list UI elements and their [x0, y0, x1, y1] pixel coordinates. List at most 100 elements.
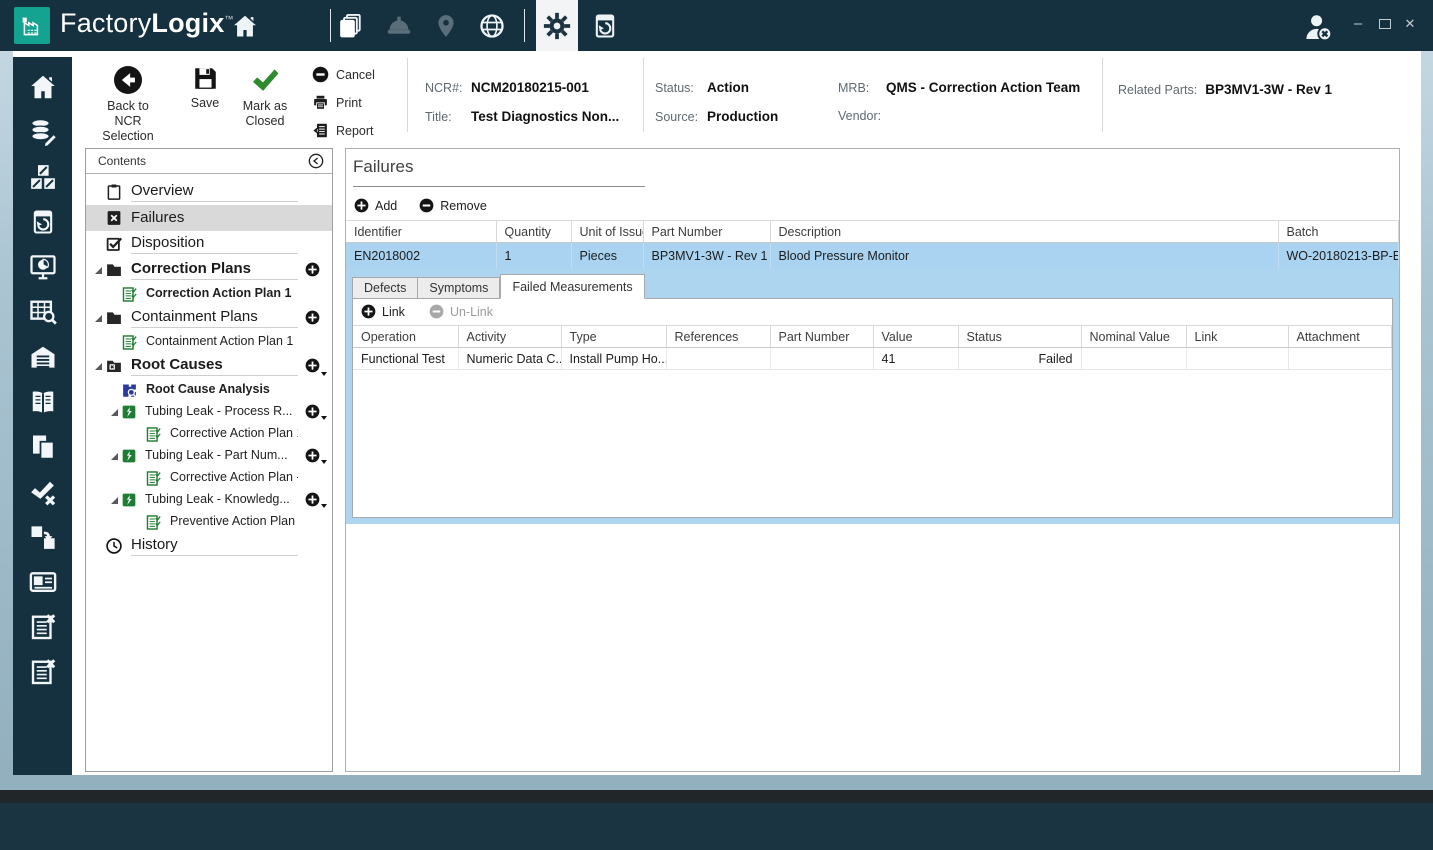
map-pin-icon[interactable]: [431, 11, 461, 41]
save-button[interactable]: Save: [186, 64, 224, 111]
monitor-analytics-icon[interactable]: [27, 251, 58, 282]
expander-icon[interactable]: [92, 362, 105, 371]
table-search-icon[interactable]: [27, 296, 58, 327]
topbar-separator: [524, 9, 525, 42]
list-remove-icon[interactable]: [27, 611, 58, 642]
doc-undo-icon[interactable]: [590, 11, 620, 41]
tree-item-preventive-action-plan-k[interactable]: Preventive Action Plan - K...: [86, 511, 332, 533]
expander-icon[interactable]: [92, 314, 105, 323]
add-child-icon[interactable]: [305, 358, 320, 373]
column-header[interactable]: Attachment: [1288, 326, 1392, 348]
link-button[interactable]: Link: [361, 304, 405, 319]
expander-icon[interactable]: [108, 408, 121, 417]
back-to-ncr-button[interactable]: Back toNCR Selection: [92, 64, 164, 144]
tree-item-tubing-leak-part-num[interactable]: Tubing Leak - Part Num...: [86, 445, 332, 467]
cancel-icon: [312, 66, 329, 83]
caret-down-icon[interactable]: [321, 504, 327, 508]
hardhat-icon[interactable]: [384, 11, 414, 41]
tree-item-tubing-leak-knowledg[interactable]: Tubing Leak - Knowledg...: [86, 489, 332, 511]
cancel-button[interactable]: Cancel: [312, 66, 375, 83]
tree-item-label: Correction Plans: [131, 260, 298, 280]
report-button[interactable]: Report: [312, 122, 374, 139]
book-icon[interactable]: [27, 386, 58, 417]
column-header[interactable]: Operation: [353, 326, 458, 348]
column-header[interactable]: Unit of Issue: [571, 221, 643, 243]
doc-undo-icon[interactable]: [27, 206, 58, 237]
tree-item-correction-plans[interactable]: Correction Plans: [86, 257, 332, 283]
tree-item-failures[interactable]: Failures: [86, 205, 332, 231]
expander-icon[interactable]: [108, 452, 121, 461]
failures-title: Failures: [353, 157, 413, 177]
id-card-icon[interactable]: [27, 566, 58, 597]
copy-pages-icon[interactable]: [27, 431, 58, 462]
add-failure-button[interactable]: Add: [354, 198, 397, 213]
home-icon[interactable]: [27, 71, 58, 102]
check-x-icon[interactable]: [27, 476, 58, 507]
expander-icon[interactable]: [108, 496, 121, 505]
table-cell: [1186, 348, 1288, 370]
tree-item-root-causes[interactable]: Root Causes: [86, 353, 332, 379]
maximize-button[interactable]: [1379, 19, 1391, 29]
add-child-icon[interactable]: [305, 492, 320, 507]
column-header[interactable]: Value: [873, 326, 958, 348]
tree-item-overview[interactable]: Overview: [86, 179, 332, 205]
table-row[interactable]: Functional TestNumeric Data C...Install …: [353, 348, 1392, 370]
remove-failure-button[interactable]: Remove: [419, 198, 487, 213]
tree-item-correction-action-plan-1[interactable]: Correction Action Plan 1: [86, 283, 332, 305]
globe-icon[interactable]: [477, 11, 507, 41]
tree-item-tubing-leak-process-r[interactable]: Tubing Leak - Process R...: [86, 401, 332, 423]
caret-down-icon[interactable]: [321, 372, 327, 376]
minimize-button[interactable]: –: [1349, 16, 1367, 31]
unlink-button[interactable]: Un-Link: [429, 304, 493, 319]
close-button[interactable]: ✕: [1401, 16, 1419, 31]
tree-item-corrective-action-plan-1[interactable]: Corrective Action Plan 1: [86, 423, 332, 445]
blue-analysis-icon: [121, 382, 138, 399]
column-header[interactable]: Batch: [1278, 221, 1399, 243]
add-child-icon[interactable]: [305, 310, 320, 325]
tree-item-disposition[interactable]: Disposition: [86, 231, 332, 257]
add-child-icon[interactable]: [305, 448, 320, 463]
tree-item-label: Tubing Leak - Knowledg...: [145, 492, 298, 508]
print-button[interactable]: Print: [312, 94, 362, 111]
column-header[interactable]: Link: [1186, 326, 1288, 348]
user-logout-icon[interactable]: [1300, 9, 1336, 45]
gear-icon[interactable]: [536, 0, 578, 51]
tab-failed-measurements[interactable]: Failed Measurements: [500, 274, 644, 299]
column-header[interactable]: Nominal Value: [1081, 326, 1186, 348]
caret-down-icon[interactable]: [321, 416, 327, 420]
column-header[interactable]: Activity: [458, 326, 561, 348]
table-row[interactable]: EN20180021PiecesBP3MV1-3W - Rev 1Blood P…: [346, 243, 1399, 269]
caret-down-icon[interactable]: [321, 460, 327, 464]
column-header[interactable]: Status: [958, 326, 1081, 348]
warehouse-icon[interactable]: [27, 341, 58, 372]
transfer-icon[interactable]: [27, 521, 58, 552]
column-header[interactable]: Identifier: [346, 221, 496, 243]
folder-icon: [105, 261, 123, 279]
list-remove-icon[interactable]: [27, 656, 58, 687]
tab-defects[interactable]: Defects: [352, 277, 418, 299]
pages-icon[interactable]: [336, 11, 366, 41]
mark-closed-button[interactable]: Mark asClosed: [236, 64, 294, 129]
add-child-icon[interactable]: [305, 404, 320, 419]
home-icon[interactable]: [230, 11, 260, 41]
expander-icon[interactable]: [92, 266, 105, 275]
add-child-icon[interactable]: [305, 262, 320, 277]
database-edit-icon[interactable]: [27, 116, 58, 147]
table-cell: 1: [496, 243, 571, 269]
column-header[interactable]: Part Number: [770, 326, 873, 348]
column-header[interactable]: Quantity: [496, 221, 571, 243]
status-strip: [0, 790, 1433, 803]
failure-detail-region: DefectsSymptomsFailed Measurements Link …: [346, 268, 1399, 524]
boxes-icon[interactable]: [27, 161, 58, 192]
tree-item-root-cause-analysis[interactable]: Root Cause Analysis: [86, 379, 332, 401]
tree-item-containment-plans[interactable]: Containment Plans: [86, 305, 332, 331]
column-header[interactable]: Type: [561, 326, 666, 348]
tree-item-history[interactable]: History: [86, 533, 332, 559]
tab-symptoms[interactable]: Symptoms: [418, 277, 500, 299]
column-header[interactable]: References: [666, 326, 770, 348]
collapse-panel-icon[interactable]: [308, 153, 324, 169]
tree-item-corrective-action-plan-cr[interactable]: Corrective Action Plan - Cr...: [86, 467, 332, 489]
tree-item-containment-action-plan-1[interactable]: Containment Action Plan 1: [86, 331, 332, 353]
column-header[interactable]: Part Number: [643, 221, 770, 243]
column-header[interactable]: Description: [770, 221, 1278, 243]
